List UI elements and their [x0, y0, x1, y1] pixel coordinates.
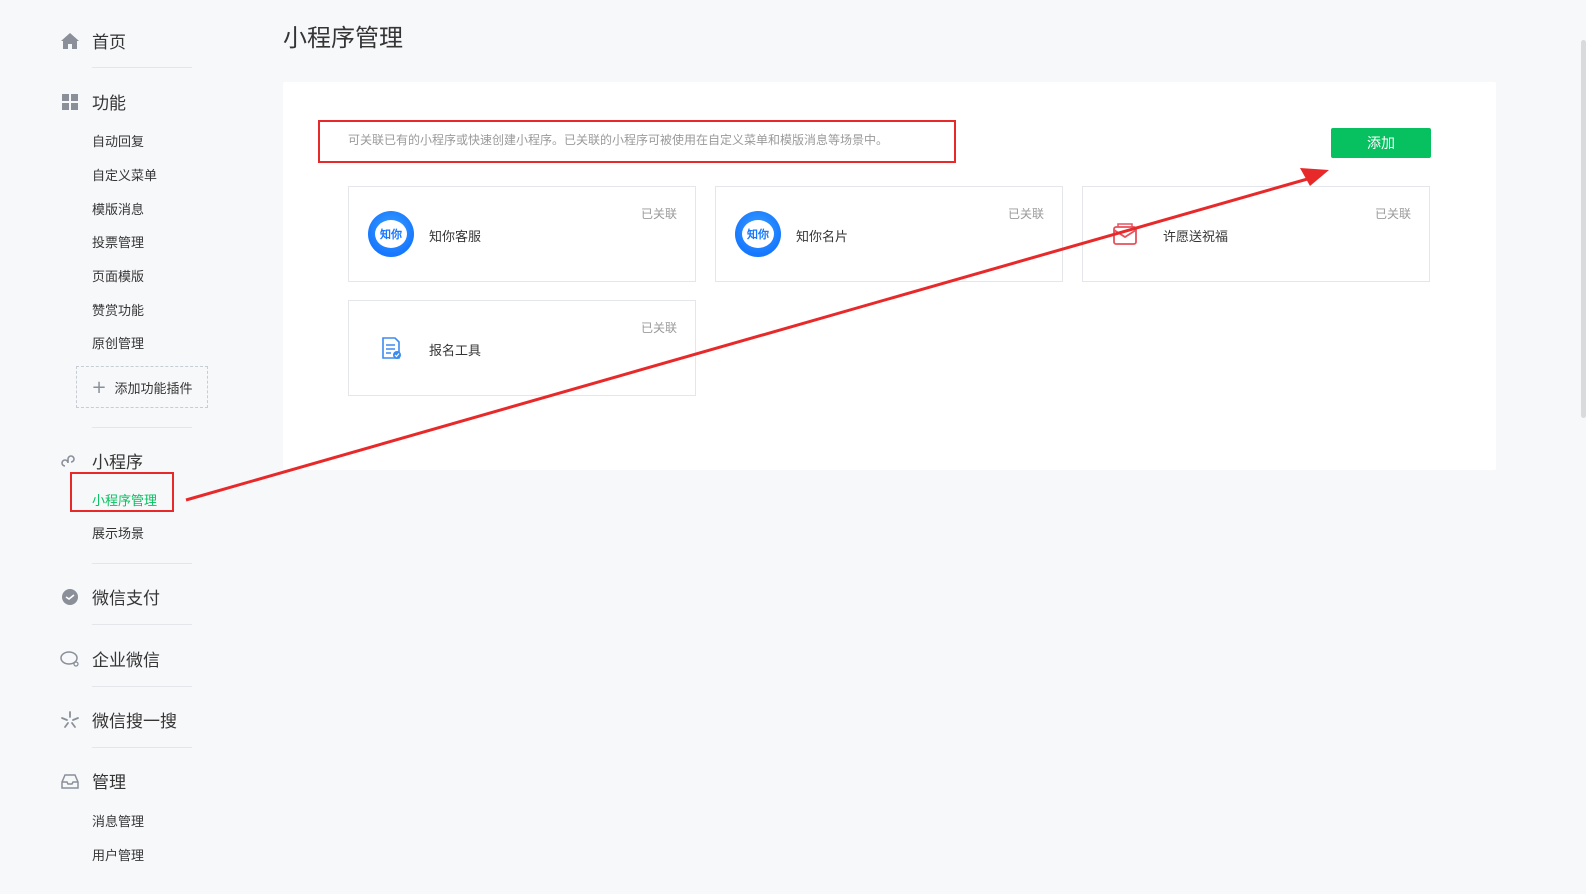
sidebar: 首页 功能 自动回复 自定义菜单 模版消息 投票管理 页面模版 赞赏功能 原创管…	[0, 0, 230, 894]
nav-search-label: 微信搜一搜	[92, 712, 177, 732]
plus-icon: +	[91, 376, 107, 398]
zhini-logo-icon: 知你	[368, 211, 414, 257]
divider	[92, 624, 192, 625]
card-name: 知你名片	[796, 230, 849, 245]
card-name: 许愿送祝福	[1163, 230, 1229, 245]
miniprogram-card[interactable]: 知你 知你名片 已关联	[715, 186, 1063, 282]
miniprogram-card[interactable]: 知你 知你客服 已关联	[348, 186, 696, 282]
zhini-logo-icon: 知你	[735, 211, 781, 257]
sidebar-item-scenes[interactable]: 展示场景	[92, 523, 144, 542]
nav-home[interactable]: 首页	[60, 28, 126, 53]
card-name: 报名工具	[429, 344, 482, 359]
home-icon	[60, 31, 80, 51]
annotation-box-tip	[318, 120, 956, 163]
page: 首页 功能 自动回复 自定义菜单 模版消息 投票管理 页面模版 赞赏功能 原创管…	[0, 0, 1586, 894]
sidebar-item-original[interactable]: 原创管理	[92, 333, 144, 352]
envelope-icon	[1102, 211, 1148, 257]
card-status: 已关联	[640, 321, 677, 335]
sidebar-item-messages[interactable]: 消息管理	[92, 811, 144, 830]
miniprogram-icon	[60, 451, 80, 471]
card-status: 已关联	[1007, 207, 1044, 221]
sidebar-item-template-msg[interactable]: 模版消息	[92, 199, 144, 218]
sidebar-item-auto-reply[interactable]: 自动回复	[92, 131, 144, 150]
nav-home-label: 首页	[92, 33, 126, 53]
nav-manage[interactable]: 管理	[60, 768, 126, 793]
sidebar-item-page-template[interactable]: 页面模版	[92, 266, 144, 285]
nav-wecom-label: 企业微信	[92, 651, 160, 671]
nav-wechat-pay-label: 微信支付	[92, 589, 160, 609]
miniprogram-card[interactable]: 报名工具 已关联	[348, 300, 696, 396]
add-button[interactable]: 添加	[1331, 128, 1431, 158]
pay-icon	[60, 587, 80, 607]
divider	[92, 427, 192, 428]
sidebar-item-reward[interactable]: 赞赏功能	[92, 300, 144, 319]
miniprogram-card[interactable]: 许愿送祝福 已关联	[1082, 186, 1430, 282]
nav-features[interactable]: 功能	[60, 89, 126, 114]
divider	[92, 686, 192, 687]
divider	[92, 563, 192, 564]
add-plugin-button[interactable]: + 添加功能插件	[76, 366, 208, 408]
nav-miniprogram[interactable]: 小程序	[60, 448, 143, 473]
card-name: 知你客服	[429, 230, 482, 245]
divider	[92, 67, 192, 68]
scrollbar[interactable]	[1581, 40, 1586, 418]
nav-features-label: 功能	[92, 94, 126, 114]
form-doc-icon	[368, 325, 414, 371]
annotation-box-menu	[70, 472, 174, 512]
grid-icon	[60, 92, 80, 112]
nav-manage-label: 管理	[92, 773, 126, 793]
page-title: 小程序管理	[283, 24, 403, 52]
divider	[92, 747, 192, 748]
sidebar-item-custom-menu[interactable]: 自定义菜单	[92, 165, 157, 184]
nav-wechat-pay[interactable]: 微信支付	[60, 584, 160, 609]
nav-miniprogram-label: 小程序	[92, 453, 143, 473]
add-plugin-label: 添加功能插件	[114, 381, 193, 397]
nav-search[interactable]: 微信搜一搜	[60, 707, 177, 732]
card-status: 已关联	[1374, 207, 1411, 221]
card-status: 已关联	[640, 207, 677, 221]
sidebar-item-vote[interactable]: 投票管理	[92, 232, 144, 251]
inbox-icon	[60, 771, 80, 791]
search-sparkle-icon	[60, 710, 80, 730]
wecom-icon	[60, 649, 80, 669]
sidebar-item-users[interactable]: 用户管理	[92, 845, 144, 864]
nav-wecom[interactable]: 企业微信	[60, 646, 160, 671]
